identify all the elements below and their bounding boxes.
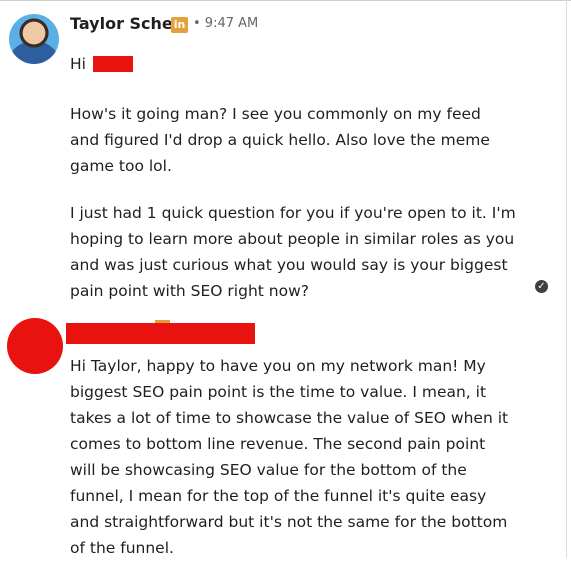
right-border [566, 0, 567, 558]
top-border [0, 0, 571, 1]
redacted-recipient-name [93, 56, 133, 72]
message-greeting: How's it going man? I see you commonly o… [70, 105, 490, 175]
linkedin-premium-icon: in [171, 17, 188, 33]
check-circle-icon: ✓ [535, 280, 548, 293]
redacted-sender-name [66, 323, 255, 344]
message-timestamp: • 9:47 AM [193, 16, 259, 31]
redacted-avatar[interactable] [7, 318, 63, 374]
message-reply: Hi Taylor, happy to have you on my netwo… [70, 357, 509, 557]
sender-name[interactable]: Taylor Scher [70, 14, 181, 33]
message-question: I just had 1 quick question for you if y… [70, 204, 516, 300]
avatar[interactable] [9, 14, 59, 64]
message-hi: Hi [70, 55, 86, 73]
